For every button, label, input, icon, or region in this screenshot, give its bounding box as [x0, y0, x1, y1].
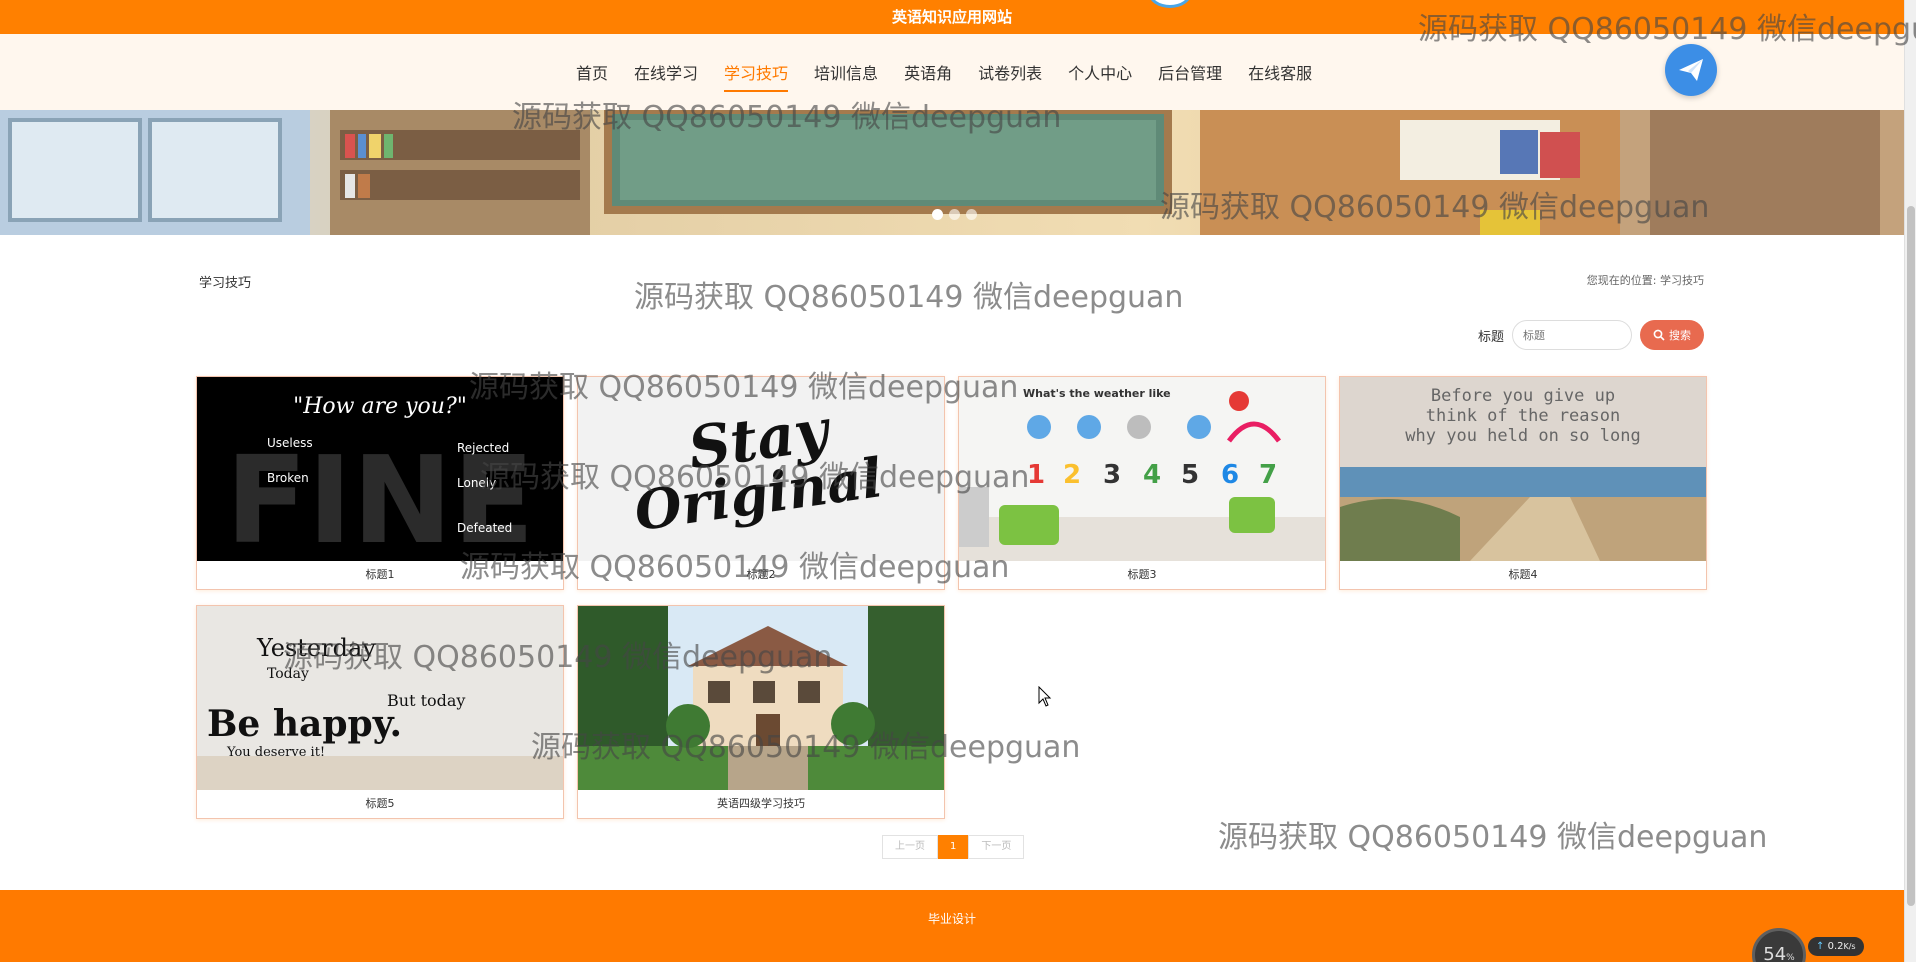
- speed-unit: K/s: [1843, 941, 1856, 951]
- card-title[interactable]: 标题4: [1340, 561, 1706, 589]
- image-text: Lonely: [457, 476, 496, 490]
- watermark: 源码获取 QQ86050149 微信deepguan: [634, 280, 1184, 315]
- image-text: 6: [1221, 460, 1239, 490]
- image-text: 4: [1143, 460, 1161, 490]
- image-text: 1: [1027, 460, 1045, 490]
- tip-card[interactable]: 英语四级学习技巧: [577, 605, 945, 819]
- search-button-label: 搜索: [1669, 330, 1692, 342]
- carousel-dots: [932, 209, 983, 220]
- tip-card[interactable]: "How are you?" FINE Useless Broken Rejec…: [196, 376, 564, 590]
- image-text: why you held on so long: [1405, 426, 1640, 446]
- speed-readout: ↑ 0.2K/s: [1808, 936, 1864, 956]
- nav-item-english-corner[interactable]: 英语角: [904, 60, 952, 92]
- carousel-dot[interactable]: [949, 209, 960, 220]
- card-thumbnail: Before you give up think of the reason w…: [1340, 377, 1706, 561]
- banner-carousel[interactable]: [0, 110, 1904, 235]
- site-title: 英语知识应用网站: [891, 8, 1012, 26]
- image-text: Today: [267, 666, 309, 682]
- footer: 毕业设计: [0, 890, 1904, 962]
- image-text: Be happy.: [207, 703, 402, 745]
- image-text: Before you give up: [1431, 386, 1615, 406]
- nav-item-training-info[interactable]: 培训信息: [814, 60, 878, 92]
- watermark: 源码获取 QQ86050149 微信deepguan: [1218, 820, 1768, 855]
- scrollbar-thumb[interactable]: [1907, 206, 1915, 906]
- image-text: What's the weather like: [1023, 387, 1171, 400]
- nav-item-customer-service[interactable]: 在线客服: [1248, 60, 1312, 92]
- paper-plane-icon[interactable]: [1665, 44, 1717, 96]
- card-thumbnail: Stay Original: [578, 377, 944, 561]
- tip-card[interactable]: Yesterday Today But today Be happy. You …: [196, 605, 564, 819]
- card-title[interactable]: 标题5: [197, 790, 563, 818]
- image-text: Defeated: [457, 521, 512, 535]
- usage-percent: 54: [1763, 944, 1787, 962]
- breadcrumb-current[interactable]: 学习技巧: [1660, 274, 1704, 287]
- image-text: "How are you?": [293, 394, 467, 419]
- breadcrumb: 您现在的位置: 学习技巧: [1587, 272, 1704, 288]
- breadcrumb-label: 您现在的位置:: [1586, 274, 1657, 287]
- image-text: Yesterday: [256, 634, 376, 662]
- nav-item-study-tips[interactable]: 学习技巧: [724, 60, 789, 92]
- image-text: think of the reason: [1426, 406, 1620, 426]
- upload-arrow-icon: ↑: [1816, 940, 1825, 952]
- mouse-cursor-icon: [1038, 685, 1052, 712]
- top-bar: 英语知识应用网站: [0, 0, 1904, 34]
- next-page-button[interactable]: 下一页: [968, 835, 1025, 859]
- card-thumbnail: "How are you?" FINE Useless Broken Rejec…: [197, 377, 563, 561]
- pagination: 上一页 1 下一页: [882, 835, 1025, 859]
- footer-text: 毕业设计: [927, 912, 976, 926]
- nav-item-home[interactable]: 首页: [576, 60, 608, 92]
- nav-item-personal-center[interactable]: 个人中心: [1068, 60, 1132, 92]
- image-text: 7: [1259, 460, 1277, 490]
- nav-item-admin[interactable]: 后台管理: [1158, 60, 1222, 92]
- section-title: 学习技巧: [199, 276, 252, 291]
- card-thumbnail: What's the weather like 1 2 3 4 5 6 7: [959, 377, 1325, 561]
- card-title[interactable]: 标题3: [959, 561, 1325, 589]
- image-text: 5: [1181, 460, 1199, 490]
- search-label: 标题: [1478, 329, 1505, 345]
- carousel-dot[interactable]: [932, 209, 943, 220]
- card-title[interactable]: 标题2: [578, 561, 944, 589]
- main-nav: 首页 在线学习 学习技巧 培训信息 英语角 试卷列表 个人中心 后台管理 在线客…: [576, 60, 1338, 92]
- search-input[interactable]: [1512, 320, 1633, 350]
- image-text: You deserve it!: [226, 745, 325, 760]
- nav-item-online-learning[interactable]: 在线学习: [634, 60, 698, 92]
- usage-gauge: 54%: [1752, 928, 1806, 962]
- usage-percent-unit: %: [1786, 953, 1795, 962]
- navbar: 首页 在线学习 学习技巧 培训信息 英语角 试卷列表 个人中心 后台管理 在线客…: [0, 34, 1904, 110]
- prev-page-button[interactable]: 上一页: [882, 835, 938, 859]
- image-text: Useless: [267, 436, 313, 450]
- search-icon: [1653, 329, 1665, 341]
- carousel-dot[interactable]: [966, 209, 977, 220]
- search-bar: 标题 搜索: [1478, 320, 1705, 350]
- tip-card[interactable]: Stay Original 标题2: [577, 376, 945, 590]
- nav-item-exam-list[interactable]: 试卷列表: [978, 60, 1042, 92]
- page-number-button[interactable]: 1: [938, 835, 969, 859]
- image-text: Broken: [267, 471, 309, 485]
- card-thumbnail: Yesterday Today But today Be happy. You …: [197, 606, 563, 790]
- card-title[interactable]: 英语四级学习技巧: [578, 790, 944, 818]
- page-scrollbar[interactable]: [1904, 0, 1916, 962]
- card-thumbnail: [578, 606, 944, 790]
- network-speed-widget[interactable]: 54% ↑ 0.2K/s: [1752, 928, 1870, 962]
- speed-value: 0.2: [1827, 940, 1844, 952]
- image-text: 3: [1103, 460, 1121, 490]
- image-text: 2: [1063, 460, 1081, 490]
- image-text: Rejected: [457, 441, 509, 455]
- tip-card[interactable]: Before you give up think of the reason w…: [1339, 376, 1707, 590]
- tip-card[interactable]: What's the weather like 1 2 3 4 5 6 7 标题…: [958, 376, 1326, 590]
- card-title[interactable]: 标题1: [197, 561, 563, 589]
- search-button[interactable]: 搜索: [1640, 320, 1705, 350]
